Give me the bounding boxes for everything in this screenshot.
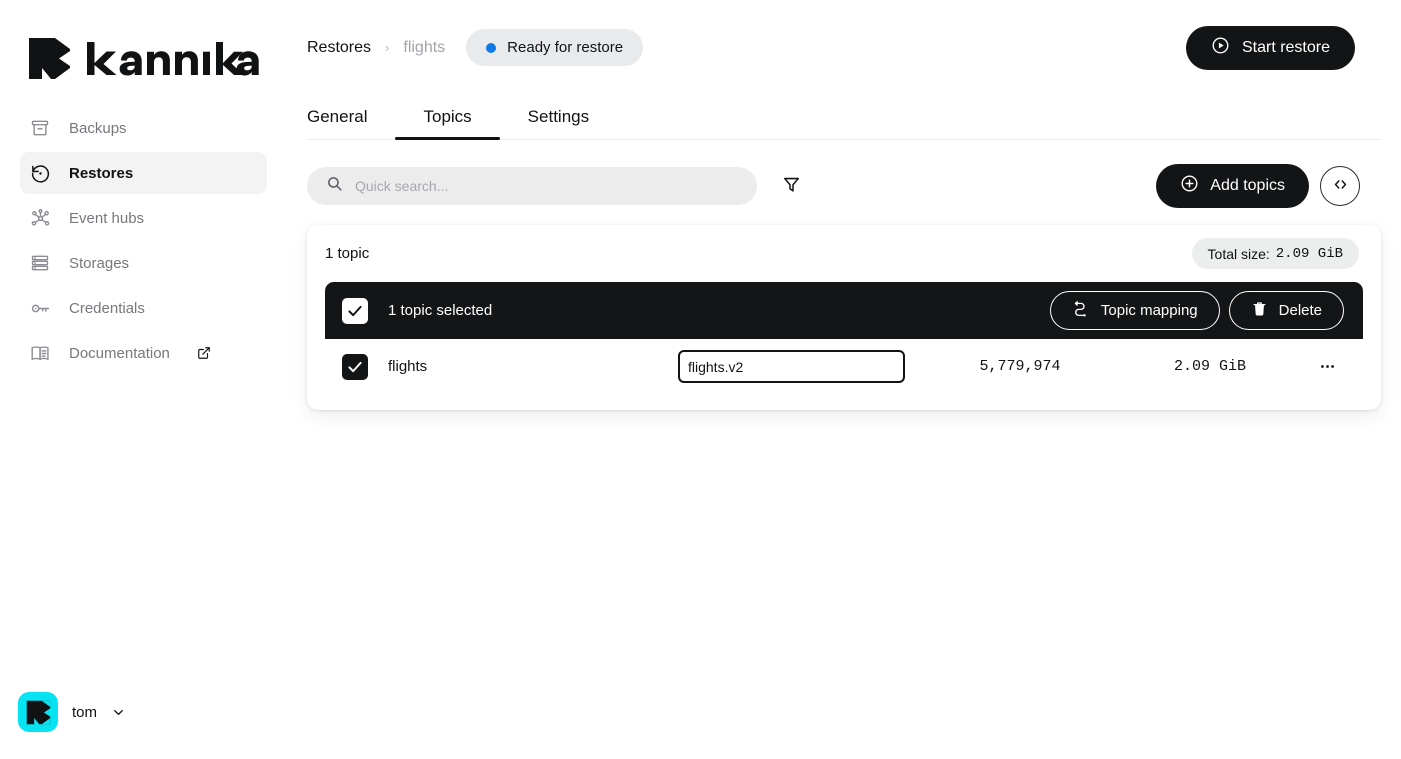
- code-brackets-icon: [1332, 176, 1349, 196]
- filter-button[interactable]: [779, 174, 803, 198]
- external-link-icon: [197, 346, 211, 360]
- search-field[interactable]: [307, 167, 757, 205]
- topics-toolbar: Add topics: [287, 140, 1401, 208]
- sidebar-item-credentials[interactable]: Credentials: [20, 287, 267, 329]
- selection-actions: Topic mapping Delete: [1050, 291, 1344, 330]
- status-badge-label: Ready for restore: [507, 39, 623, 56]
- add-topics-label: Add topics: [1210, 177, 1285, 195]
- kannika-k-logo-icon: [26, 35, 73, 82]
- sidebar-item-restores[interactable]: Restores: [20, 152, 267, 194]
- search-icon: [326, 175, 343, 197]
- delete-button[interactable]: Delete: [1229, 291, 1344, 330]
- topics-card-header: 1 topic Total size: 2.09 GiB: [307, 225, 1381, 282]
- sidebar-item-documentation[interactable]: Documentation: [20, 332, 267, 374]
- tab-bar: General Topics Settings: [287, 95, 1381, 139]
- total-size-value: 2.09 GiB: [1276, 246, 1343, 262]
- sidebar-item-backups[interactable]: Backups: [20, 107, 267, 149]
- tab-settings[interactable]: Settings: [500, 107, 617, 139]
- sidebar-item-label: Documentation: [69, 345, 170, 362]
- chevron-down-icon[interactable]: [111, 705, 126, 720]
- topics-card: 1 topic Total size: 2.09 GiB 1 topic sel…: [307, 225, 1381, 410]
- topic-mapping-button[interactable]: Topic mapping: [1050, 291, 1220, 330]
- breadcrumb-root[interactable]: Restores: [307, 39, 371, 57]
- trash-icon: [1251, 300, 1268, 321]
- sidebar-item-label: Credentials: [69, 300, 145, 317]
- view-code-button[interactable]: [1320, 166, 1360, 206]
- topic-mapping-icon: [1072, 300, 1090, 322]
- breadcrumb-separator-icon: ›: [385, 40, 389, 55]
- search-input[interactable]: [355, 178, 738, 194]
- sidebar-item-label: Storages: [69, 255, 129, 272]
- row-topic-name: flights: [388, 358, 678, 375]
- filter-funnel-icon: [782, 175, 801, 197]
- delete-label: Delete: [1279, 302, 1322, 319]
- total-size-badge: Total size: 2.09 GiB: [1192, 238, 1359, 269]
- sidebar-item-label: Restores: [69, 165, 133, 182]
- add-topics-button[interactable]: Add topics: [1156, 164, 1309, 208]
- row-more-menu-button[interactable]: [1313, 353, 1341, 381]
- book-icon: [29, 342, 51, 364]
- row-rename-input[interactable]: [678, 350, 905, 383]
- topic-count-label: 1 topic: [325, 245, 369, 262]
- play-circle-icon: [1211, 36, 1230, 60]
- select-all-checkbox[interactable]: [342, 298, 368, 324]
- breadcrumb-current[interactable]: flights: [403, 39, 445, 57]
- page-header: Restores › flights Ready for restore Sta…: [287, 0, 1401, 95]
- status-badge: Ready for restore: [466, 29, 643, 66]
- row-checkbox[interactable]: [342, 354, 368, 380]
- user-menu[interactable]: tom: [18, 692, 126, 732]
- row-record-count: 5,779,974: [905, 358, 1135, 375]
- selection-action-bar: 1 topic selected Topic mapping: [325, 282, 1363, 339]
- tab-topics[interactable]: Topics: [395, 107, 499, 139]
- sidebar-item-event-hubs[interactable]: Event hubs: [20, 197, 267, 239]
- sidebar-item-label: Backups: [69, 120, 127, 137]
- row-size: 2.09 GiB: [1135, 358, 1285, 375]
- server-stack-icon: [29, 252, 51, 274]
- user-name: tom: [72, 704, 97, 721]
- key-icon: [29, 297, 51, 319]
- app-root: Backups Restores Event: [0, 0, 1401, 759]
- sidebar: Backups Restores Event: [0, 0, 287, 759]
- sidebar-item-label: Event hubs: [69, 210, 144, 227]
- brand-logo[interactable]: [0, 0, 287, 95]
- toolbar-actions: Add topics: [1156, 164, 1360, 208]
- network-nodes-icon: [29, 207, 51, 229]
- selection-count-label: 1 topic selected: [388, 302, 492, 319]
- total-size-prefix: Total size:: [1208, 246, 1270, 262]
- sidebar-item-storages[interactable]: Storages: [20, 242, 267, 284]
- sidebar-nav: Backups Restores Event: [0, 107, 287, 374]
- status-dot-icon: [486, 43, 496, 53]
- start-restore-button[interactable]: Start restore: [1186, 26, 1355, 70]
- plus-circle-icon: [1180, 174, 1199, 198]
- breadcrumb: Restores › flights Ready for restore: [307, 29, 643, 66]
- avatar: [18, 692, 58, 732]
- restore-history-icon: [29, 162, 51, 184]
- brand-wordmark: [87, 42, 259, 76]
- archive-icon: [29, 117, 51, 139]
- topics-card-footer: [307, 394, 1381, 410]
- topic-mapping-label: Topic mapping: [1101, 302, 1198, 319]
- tab-general[interactable]: General: [307, 107, 395, 139]
- table-row: flights 5,779,974 2.09 GiB: [325, 339, 1363, 394]
- start-restore-label: Start restore: [1242, 39, 1330, 57]
- main-content: Restores › flights Ready for restore Sta…: [287, 0, 1401, 759]
